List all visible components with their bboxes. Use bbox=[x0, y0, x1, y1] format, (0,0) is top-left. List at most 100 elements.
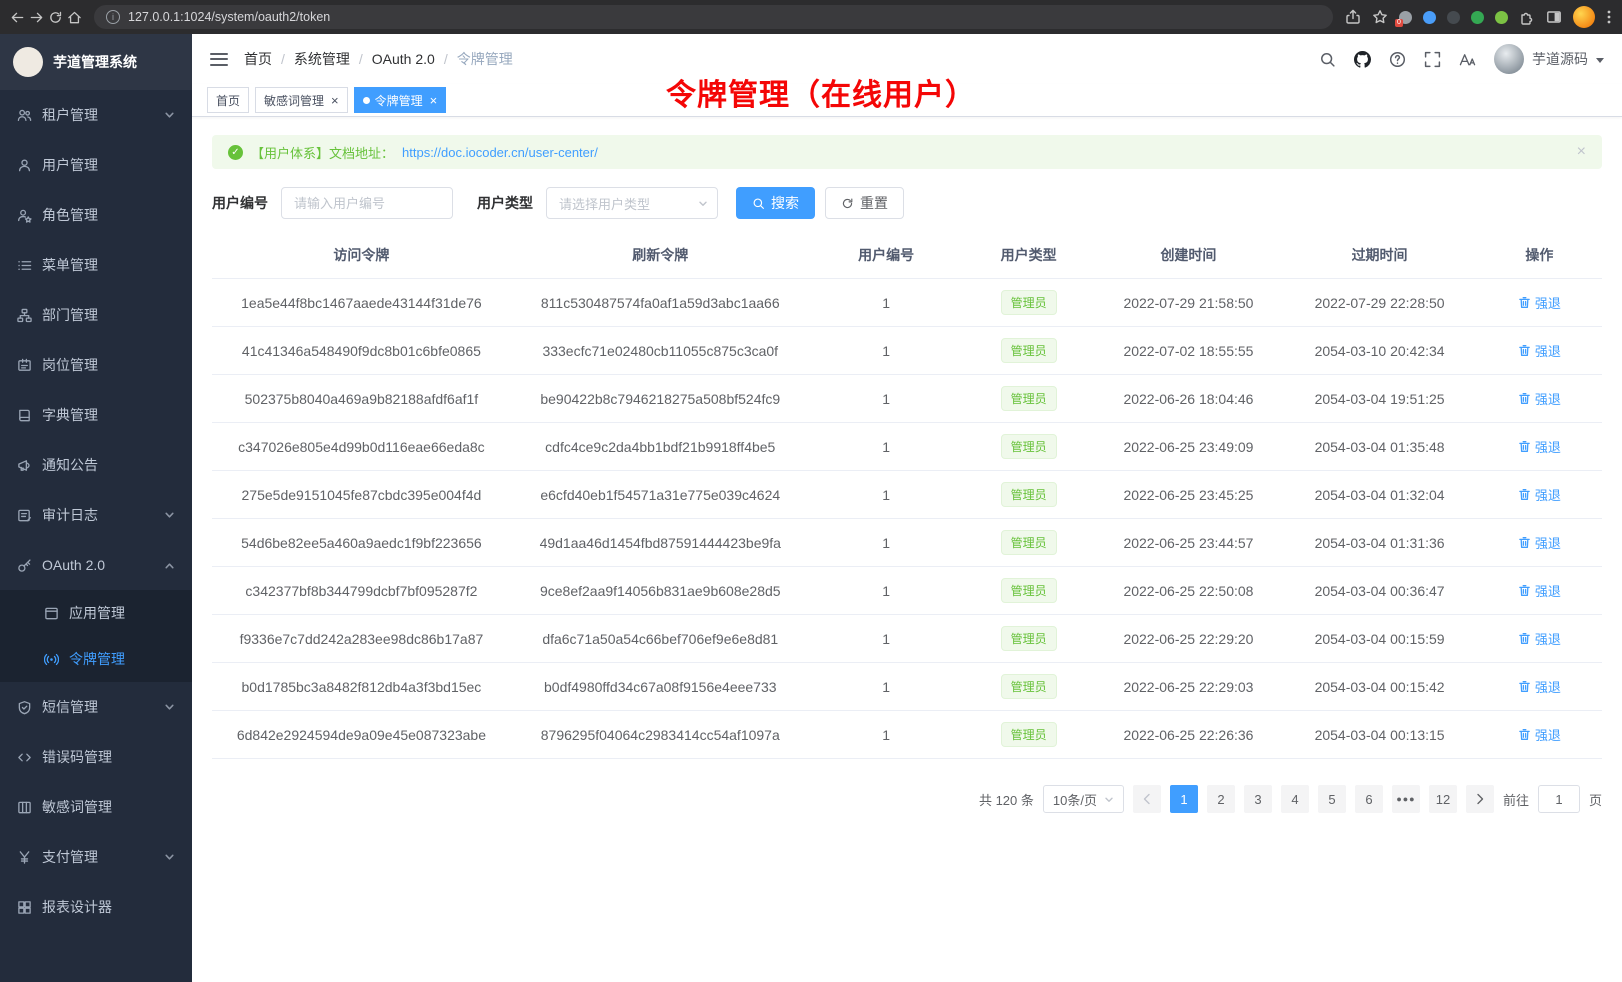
site-info-icon[interactable]: i bbox=[106, 10, 120, 24]
goto-page-input[interactable] bbox=[1538, 785, 1580, 813]
force-logout-button[interactable]: 强退 bbox=[1518, 533, 1561, 552]
close-icon[interactable]: × bbox=[430, 94, 438, 107]
help-icon[interactable] bbox=[1389, 51, 1406, 68]
extension-icon-2[interactable] bbox=[1423, 11, 1436, 24]
sidebar-item-role[interactable]: 角色管理 bbox=[0, 190, 192, 240]
cell-user_id: 1 bbox=[810, 391, 963, 407]
tab-home[interactable]: 首页 bbox=[207, 87, 249, 113]
user-id-input[interactable] bbox=[281, 187, 453, 219]
sidebar-collapse-icon[interactable] bbox=[210, 53, 228, 66]
submenu-oauth2: 应用管理令牌管理 bbox=[0, 590, 192, 682]
sidebar-item-user[interactable]: 用户管理 bbox=[0, 140, 192, 190]
sidebar-item-oauth2-app[interactable]: 应用管理 bbox=[0, 590, 192, 636]
search-button[interactable]: 搜索 bbox=[736, 187, 815, 219]
force-logout-button[interactable]: 强退 bbox=[1518, 629, 1561, 648]
close-icon[interactable]: × bbox=[1577, 143, 1586, 161]
cell-action: 强退 bbox=[1477, 437, 1602, 456]
next-page-button[interactable] bbox=[1466, 785, 1494, 813]
force-logout-button[interactable]: 强退 bbox=[1518, 485, 1561, 504]
breadcrumb-item[interactable]: 首页 bbox=[244, 49, 272, 69]
sidebar-item-error-code[interactable]: 错误码管理 bbox=[0, 732, 192, 782]
tab-token[interactable]: 令牌管理× bbox=[354, 87, 447, 113]
sidebar-item-report-designer[interactable]: 报表设计器 bbox=[0, 882, 192, 932]
fullscreen-icon[interactable] bbox=[1424, 51, 1441, 68]
reset-button[interactable]: 重置 bbox=[825, 187, 904, 219]
breadcrumb-item[interactable]: OAuth 2.0 bbox=[372, 51, 435, 67]
sidebar-item-sms[interactable]: 短信管理 bbox=[0, 682, 192, 732]
app-logo: 芋道管理系统 bbox=[0, 34, 192, 90]
chevron-down-icon bbox=[1104, 795, 1114, 805]
home-icon[interactable] bbox=[67, 10, 82, 25]
force-logout-button[interactable]: 强退 bbox=[1518, 389, 1561, 408]
extension-icon-5[interactable] bbox=[1495, 11, 1508, 24]
force-logout-button[interactable]: 强退 bbox=[1518, 725, 1561, 744]
chevron-up-icon bbox=[164, 560, 175, 571]
close-icon[interactable]: × bbox=[331, 94, 339, 107]
force-logout-button[interactable]: 强退 bbox=[1518, 581, 1561, 600]
share-icon[interactable] bbox=[1345, 9, 1361, 25]
tab-label: 首页 bbox=[216, 92, 240, 109]
sidebar-item-oauth2[interactable]: OAuth 2.0 bbox=[0, 540, 192, 590]
table-row: c347026e805e4d99b0d116eae66eda8ccdfc4ce9… bbox=[212, 423, 1602, 471]
doc-link[interactable]: https://doc.iocoder.cn/user-center/ bbox=[402, 145, 598, 160]
sidebar-item-label: 错误码管理 bbox=[42, 747, 112, 767]
sidebar-item-dict[interactable]: 字典管理 bbox=[0, 390, 192, 440]
tab-sensitive-word[interactable]: 敏感词管理× bbox=[255, 87, 348, 113]
force-logout-button[interactable]: 强退 bbox=[1518, 437, 1561, 456]
extensions-puzzle-icon[interactable] bbox=[1519, 9, 1535, 25]
extension-icon-3[interactable] bbox=[1447, 11, 1460, 24]
menu-icon bbox=[17, 258, 32, 273]
cell-created: 2022-06-25 22:29:03 bbox=[1095, 679, 1283, 695]
breadcrumb-item[interactable]: 系统管理 bbox=[294, 49, 350, 69]
page-button-3[interactable]: 3 bbox=[1244, 785, 1272, 813]
sidebar: 芋道管理系统 租户管理用户管理角色管理菜单管理部门管理岗位管理字典管理通知公告审… bbox=[0, 34, 192, 982]
font-size-icon[interactable] bbox=[1459, 51, 1476, 68]
sidebar-item-tenant[interactable]: 租户管理 bbox=[0, 90, 192, 140]
cell-user_id: 1 bbox=[810, 535, 963, 551]
browser-profile-avatar[interactable] bbox=[1573, 6, 1595, 28]
extension-icon-4[interactable] bbox=[1471, 11, 1484, 24]
sidebar-item-menu[interactable]: 菜单管理 bbox=[0, 240, 192, 290]
page-button-1[interactable]: 1 bbox=[1170, 785, 1198, 813]
prev-page-button[interactable] bbox=[1133, 785, 1161, 813]
sidebar-item-pay[interactable]: 支付管理 bbox=[0, 832, 192, 882]
search-icon[interactable] bbox=[1319, 51, 1336, 68]
forward-icon[interactable] bbox=[29, 10, 44, 25]
page-button-6[interactable]: 6 bbox=[1355, 785, 1383, 813]
cell-created: 2022-06-25 23:49:09 bbox=[1095, 439, 1283, 455]
page-button-2[interactable]: 2 bbox=[1207, 785, 1235, 813]
sidebar-item-audit-log[interactable]: 审计日志 bbox=[0, 490, 192, 540]
page-button-12[interactable]: 12 bbox=[1429, 785, 1457, 813]
extension-icon-1[interactable]: 0 bbox=[1399, 11, 1412, 24]
reload-icon[interactable] bbox=[48, 10, 63, 25]
split-view-icon[interactable] bbox=[1546, 9, 1562, 25]
force-logout-button[interactable]: 强退 bbox=[1518, 293, 1561, 312]
oauth-icon bbox=[17, 558, 32, 573]
cell-action: 强退 bbox=[1477, 341, 1602, 360]
user-menu[interactable]: 芋道源码 bbox=[1494, 44, 1604, 74]
browser-menu-icon[interactable] bbox=[1606, 9, 1612, 25]
cell-user_type: 管理员 bbox=[963, 338, 1095, 363]
address-bar[interactable]: i 127.0.0.1:1024/system/oauth2/token bbox=[94, 5, 1333, 29]
cell-access_token: 6d842e2924594de9a09e45e087323abe bbox=[212, 727, 511, 743]
page-size-select[interactable]: 10条/页 bbox=[1043, 785, 1124, 813]
more-pages-button[interactable]: ●●● bbox=[1392, 785, 1420, 813]
sidebar-item-notice[interactable]: 通知公告 bbox=[0, 440, 192, 490]
back-icon[interactable] bbox=[10, 10, 25, 25]
sidebar-item-label: 支付管理 bbox=[42, 847, 98, 867]
browser-chrome: i 127.0.0.1:1024/system/oauth2/token 0 bbox=[0, 0, 1622, 34]
force-logout-button[interactable]: 强退 bbox=[1518, 677, 1561, 696]
force-logout-button[interactable]: 强退 bbox=[1518, 341, 1561, 360]
trash-icon bbox=[1518, 680, 1531, 693]
sidebar-item-sensitive-word[interactable]: 敏感词管理 bbox=[0, 782, 192, 832]
sidebar-item-dept[interactable]: 部门管理 bbox=[0, 290, 192, 340]
sidebar-item-oauth2-token[interactable]: 令牌管理 bbox=[0, 636, 192, 682]
cell-action: 强退 bbox=[1477, 389, 1602, 408]
page-button-4[interactable]: 4 bbox=[1281, 785, 1309, 813]
github-icon[interactable] bbox=[1354, 51, 1371, 68]
sidebar-item-post[interactable]: 岗位管理 bbox=[0, 340, 192, 390]
bookmark-star-icon[interactable] bbox=[1372, 9, 1388, 25]
page-button-5[interactable]: 5 bbox=[1318, 785, 1346, 813]
user-type-select[interactable]: 请选择用户类型 bbox=[546, 187, 718, 219]
cell-access_token: 502375b8040a469a9b82188afdf6af1f bbox=[212, 391, 511, 407]
